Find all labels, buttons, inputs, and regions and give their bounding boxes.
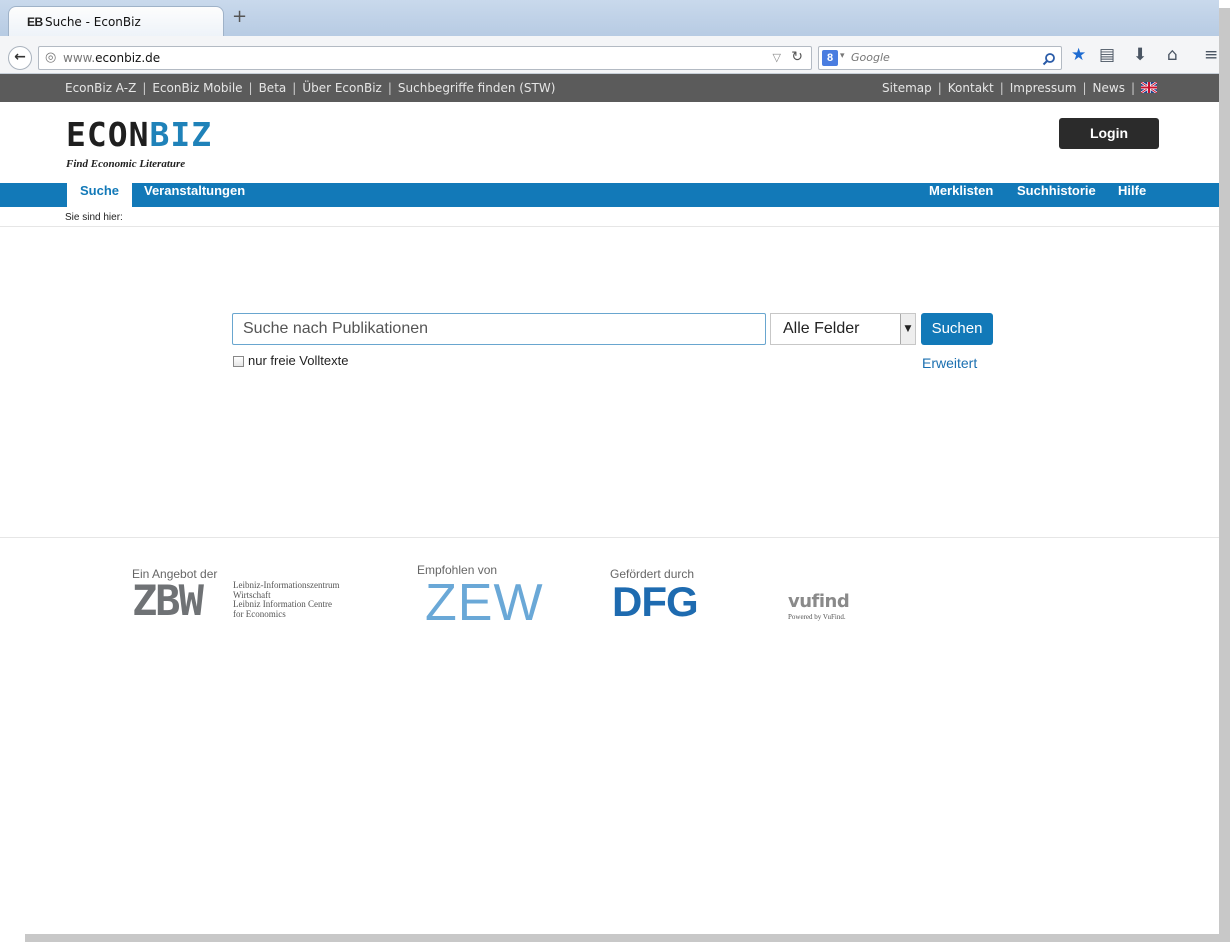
link-ueber-econbiz[interactable]: Über EconBiz <box>302 81 382 95</box>
econbiz-logo[interactable]: ECONBIZ <box>66 118 212 151</box>
download-icon[interactable]: ⬇ <box>1133 45 1147 65</box>
window-shadow <box>1219 8 1230 942</box>
address-bar[interactable]: ◎ www.econbiz.de ▽ ↻ <box>38 46 812 70</box>
search-field-select-value: Alle Felder <box>783 320 860 337</box>
main-navigation: Suche Veranstaltungen Merklisten Suchhis… <box>0 183 1219 207</box>
search-placeholder: Google <box>851 51 890 64</box>
link-kontakt[interactable]: Kontakt <box>948 81 994 95</box>
search-engine-badge[interactable]: 8 <box>822 50 838 66</box>
separator: | <box>1082 81 1087 95</box>
menu-icon[interactable]: ≡ <box>1204 45 1218 65</box>
divider <box>0 226 1219 227</box>
link-impressum[interactable]: Impressum <box>1010 81 1077 95</box>
reload-icon[interactable]: ↻ <box>791 49 803 65</box>
site-header: ECONBIZ Find Economic Literature Login <box>0 102 1219 183</box>
url-text: www.econbiz.de <box>63 51 161 65</box>
search-button[interactable]: Suchen <box>921 313 993 345</box>
free-fulltext-checkbox[interactable] <box>233 356 244 367</box>
browser-window: EB Suche - EconBiz + ← ◎ www.econbiz.de … <box>0 0 1219 934</box>
search-field-select[interactable]: Alle Felder ▼ <box>770 313 916 345</box>
separator: | <box>142 81 147 95</box>
search-engine-dropdown-icon[interactable]: ▾ <box>840 51 845 61</box>
logo-tagline: Find Economic Literature <box>66 158 186 170</box>
bookmark-star-icon[interactable]: ★ <box>1071 45 1086 65</box>
zbw-logo[interactable]: ZBW <box>132 579 204 623</box>
uk-flag-icon[interactable] <box>1140 81 1158 94</box>
advanced-search-link[interactable]: Erweitert <box>922 355 977 371</box>
separator: | <box>937 81 942 95</box>
globe-icon: ◎ <box>45 50 57 65</box>
zbw-text-line: for Economics <box>233 608 286 619</box>
free-fulltext-label[interactable]: nur freie Volltexte <box>248 353 348 368</box>
nav-hilfe[interactable]: Hilfe <box>1105 183 1159 207</box>
separator: | <box>1130 81 1135 95</box>
dfg-logo[interactable]: DFG <box>612 580 699 624</box>
back-arrow-icon[interactable]: ← <box>8 46 32 70</box>
divider <box>0 537 1219 538</box>
tab-favicon: EB <box>27 15 43 29</box>
vufind-tagline: Powered by VuFind. <box>788 613 846 621</box>
link-beta[interactable]: Beta <box>259 81 287 95</box>
nav-merklisten[interactable]: Merklisten <box>916 183 1006 207</box>
link-news[interactable]: News <box>1093 81 1125 95</box>
browser-toolbar: ← ◎ www.econbiz.de ▽ ↻ 8 ▾ Google ★ ▤ ⬇ … <box>0 36 1219 74</box>
separator: | <box>387 81 392 95</box>
zew-logo[interactable]: ZEW <box>425 577 544 629</box>
reading-list-icon[interactable]: ▤ <box>1099 45 1115 65</box>
separator: | <box>999 81 1004 95</box>
nav-tab-veranstaltungen[interactable]: Veranstaltungen <box>131 183 258 207</box>
site-utility-bar: EconBiz A-Z | EconBiz Mobile | Beta | Über Eco… <box>0 74 1219 102</box>
window-shadow <box>25 934 1230 942</box>
home-icon[interactable]: ⌂ <box>1167 45 1178 65</box>
login-button[interactable]: Login <box>1059 118 1159 149</box>
link-econbiz-az[interactable]: EconBiz A-Z <box>65 81 136 95</box>
link-suchbegriffe-finden[interactable]: Suchbegriffe finden (STW) <box>398 81 556 95</box>
separator: | <box>248 81 253 95</box>
breadcrumb: Sie sind hier: <box>65 212 123 223</box>
url-dropdown-icon[interactable]: ▽ <box>773 51 781 64</box>
tab-strip: EB Suche - EconBiz + <box>0 0 1219 36</box>
browser-tab[interactable]: EB Suche - EconBiz <box>8 6 224 36</box>
nav-suchhistorie[interactable]: Suchhistorie <box>1004 183 1109 207</box>
search-magnifier-icon[interactable] <box>1042 48 1056 70</box>
link-econbiz-mobile[interactable]: EconBiz Mobile <box>152 81 242 95</box>
utility-links-left: EconBiz A-Z | EconBiz Mobile | Beta | Über Eco… <box>65 81 555 95</box>
new-tab-button[interactable]: + <box>232 8 247 26</box>
chevron-down-icon[interactable]: ▼ <box>900 314 915 344</box>
vufind-logo[interactable]: vufind <box>788 591 850 612</box>
nav-tab-suche[interactable]: Suche <box>67 183 133 207</box>
zbw-logo-text: Leibniz-Informationszentrum Wirtschaft L… <box>233 580 339 619</box>
search-input[interactable]: Suche nach Publikationen <box>232 313 766 345</box>
browser-search-bar[interactable]: 8 ▾ Google <box>818 46 1062 70</box>
logo-text-biz: BIZ <box>149 115 213 154</box>
logo-text-econ: ECON <box>66 115 150 154</box>
separator: | <box>292 81 297 95</box>
utility-links-right: Sitemap | Kontakt | Impressum | News | <box>882 81 1158 95</box>
tab-title: Suche - EconBiz <box>45 15 141 29</box>
link-sitemap[interactable]: Sitemap <box>882 81 932 95</box>
